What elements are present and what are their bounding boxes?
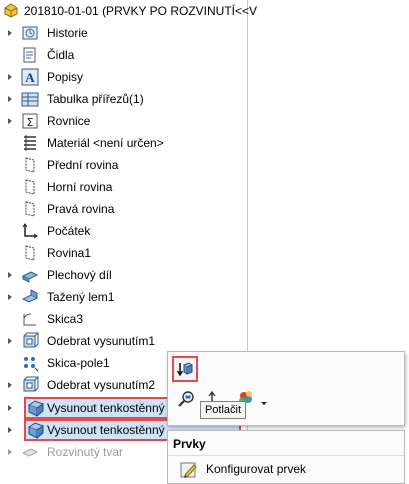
expand-arrow-icon[interactable] [6, 426, 14, 434]
tree-item-label: Čidla [47, 48, 75, 62]
equations-icon: Σ [20, 111, 40, 131]
tree-root-part[interactable]: 201810-01-01 (PRVKY PO ROZVINUTÍ<<V [2, 0, 257, 22]
tree-item-label: Počátek [47, 224, 91, 238]
tree-item-label: Přední rovina [47, 158, 119, 172]
suppress-feature-icon [176, 362, 194, 377]
tree-item-tabulka-prirezu[interactable]: Tabulka přířezů(1) [0, 88, 248, 110]
cut-list-icon [20, 89, 40, 109]
sketch-icon [20, 309, 40, 329]
tree-item-material[interactable]: Materiál <není určen> [0, 132, 248, 154]
tree-item-label: Tabulka přířezů(1) [47, 92, 144, 106]
tree-item-label: Odebrat vysunutím1 [47, 334, 156, 348]
history-folder-icon [20, 23, 40, 43]
expand-arrow-icon[interactable] [6, 73, 14, 81]
svg-text:Σ: Σ [27, 116, 34, 129]
plane-icon [20, 177, 40, 197]
suppress-tooltip: Potlačit [200, 401, 246, 419]
expand-arrow-icon[interactable] [6, 381, 14, 389]
expand-arrow-icon[interactable] [6, 95, 14, 103]
plane-icon [20, 155, 40, 175]
plane-icon [20, 243, 40, 263]
dropdown-arrow-icon[interactable] [260, 396, 268, 410]
tree-item-label: Historie [47, 26, 88, 40]
annotations-icon: A [20, 67, 40, 87]
tree-item-label: Rovnice [47, 114, 91, 128]
sensors-icon [20, 45, 40, 65]
menu-divider [168, 455, 404, 456]
sheet-metal-icon [20, 265, 40, 285]
expand-arrow-icon[interactable] [6, 117, 14, 125]
expand-arrow-icon[interactable] [6, 293, 14, 301]
expand-arrow-icon[interactable] [6, 271, 14, 279]
expand-arrow-icon[interactable] [6, 448, 14, 456]
tree-item-historie[interactable]: Historie [0, 22, 248, 44]
tree-item-label: Horní rovina [47, 180, 113, 194]
tree-item-horni-rovina[interactable]: Horní rovina [0, 176, 248, 198]
expand-arrow-icon[interactable] [6, 29, 14, 37]
part-icon [2, 1, 20, 22]
tree-item-plechovy-dil[interactable]: Plechový díl [0, 264, 248, 286]
plane-icon [20, 199, 40, 219]
tree-item-rovnice[interactable]: Σ Rovnice [0, 110, 248, 132]
tree-item-label: Popisy [47, 70, 84, 84]
menu-header: Prvky [173, 437, 206, 451]
tree-root-label: 201810-01-01 (PRVKY PO ROZVINUTÍ<<V [24, 4, 257, 18]
origin-icon [20, 221, 40, 241]
svg-text:A: A [25, 70, 35, 85]
flat-pattern-icon [20, 442, 40, 462]
tree-item-label: Skica-pole1 [47, 356, 110, 370]
sketch-pattern-icon [20, 353, 40, 373]
material-icon [20, 133, 40, 153]
tree-item-tazeny-lem1[interactable]: Tažený lem1 [0, 286, 248, 308]
tree-item-label: Rovina1 [47, 246, 92, 260]
tree-item-label: Rozvinutý tvar [47, 445, 124, 459]
tree-item-label: Materiál <není určen> [47, 136, 164, 150]
tree-item-popisy[interactable]: A Popisy [0, 66, 248, 88]
cut-extrude-icon [20, 375, 40, 395]
thin-extrude-icon [26, 420, 46, 440]
tree-item-label: Pravá rovina [47, 202, 115, 216]
tree-item-cidla[interactable]: Čidla [0, 44, 248, 66]
thin-extrude-icon [26, 398, 46, 418]
cut-extrude-icon [20, 331, 40, 351]
tree-item-label: Tažený lem1 [47, 290, 115, 304]
configure-feature-icon [180, 461, 198, 482]
expand-arrow-icon[interactable] [6, 404, 14, 412]
tree-item-prava-rovina[interactable]: Pravá rovina [0, 198, 248, 220]
tree-item-label: Vysunout tenkostěnný [47, 401, 165, 415]
suppress-button[interactable] [172, 356, 198, 382]
tree-item-label: Plechový díl [47, 268, 112, 282]
tree-item-label: Vysunout tenkostěnný [47, 423, 165, 437]
expand-arrow-icon[interactable] [6, 337, 14, 345]
tree-item-label: Odebrat vysunutím2 [47, 378, 156, 392]
tree-item-predni-rovina[interactable]: Přední rovina [0, 154, 248, 176]
menu-item-label: Konfigurovat prvek [206, 462, 307, 476]
tree-item-label: Skica3 [47, 312, 84, 326]
context-menu: Prvky Konfigurovat prvek [167, 430, 405, 484]
tree-item-pocatek[interactable]: Počátek [0, 220, 248, 242]
tree-item-skica3[interactable]: Skica3 [0, 308, 248, 330]
edge-flange-icon [20, 287, 40, 307]
tree-item-odebrat-vysunutim1[interactable]: Odebrat vysunutím1 [0, 330, 248, 352]
zoom-to-selection-icon[interactable] [177, 390, 195, 411]
menu-item-configure-feature[interactable]: Konfigurovat prvek [168, 458, 404, 480]
tree-item-rovina1[interactable]: Rovina1 [0, 242, 248, 264]
